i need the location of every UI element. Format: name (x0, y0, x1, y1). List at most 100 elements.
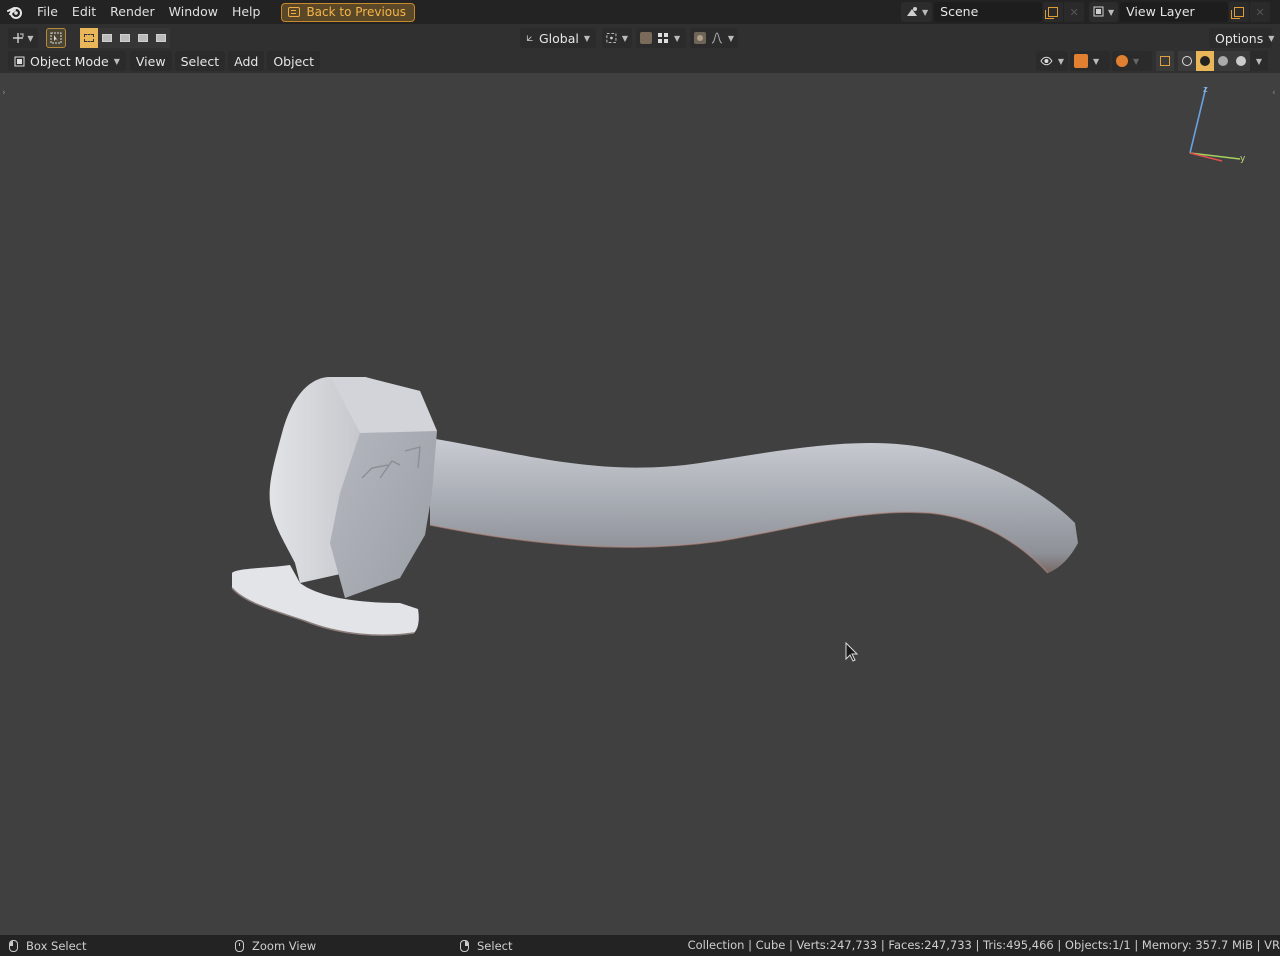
hammer-head[interactable] (231, 377, 437, 636)
copy-icon (1045, 7, 1059, 19)
status-left-label: Box Select (26, 939, 87, 953)
select-mode-invert-button[interactable] (134, 28, 152, 48)
viewport-canvas: z y (231, 85, 1246, 662)
close-icon: ✕ (1069, 5, 1079, 19)
wireframe-sphere-icon (1182, 56, 1192, 66)
shading-options-dropdown[interactable]: ▼ (1250, 51, 1268, 71)
menu-select[interactable]: Select (174, 51, 226, 71)
status-left-hint: Box Select (9, 939, 87, 953)
status-right-hint: Select (460, 939, 512, 953)
rendered-sphere-icon (1236, 56, 1246, 66)
view-layer-browse-dropdown[interactable]: ▼ (1089, 2, 1119, 22)
chevron-down-icon: ▼ (727, 33, 734, 43)
scene-statistics: Collection | Cube | Verts:247,733 | Face… (687, 938, 1280, 952)
material-preview-button[interactable] (1214, 51, 1232, 71)
chevron-down-icon: ▼ (1093, 56, 1100, 66)
rendered-shading-button[interactable] (1232, 51, 1250, 71)
back-to-previous-label: Back to Previous (306, 5, 406, 19)
axis-icon (13, 33, 24, 43)
orientation-icon (526, 35, 533, 42)
object-mode-icon (14, 56, 25, 66)
top-bar: File Edit Render Window Help Back to Pre… (0, 0, 1280, 24)
menu-file[interactable]: File (30, 0, 65, 24)
solid-sphere-icon (1200, 56, 1210, 66)
solid-shading-button[interactable] (1196, 51, 1214, 71)
mode-label: Object Mode (30, 53, 109, 69)
menu-window[interactable]: Window (162, 0, 225, 24)
menu-help[interactable]: Help (225, 0, 268, 24)
hammer-handle[interactable] (429, 438, 1078, 574)
xray-toggle-button[interactable] (1156, 51, 1174, 71)
new-view-layer-button[interactable] (1229, 2, 1250, 22)
scene-name-field[interactable]: Scene (934, 2, 1043, 22)
snap-toggle-icon[interactable] (640, 32, 652, 44)
wireframe-shading-button[interactable] (1178, 51, 1196, 71)
delete-view-layer-button[interactable]: ✕ (1250, 2, 1271, 22)
menu-add[interactable]: Add (228, 51, 265, 71)
pivot-icon (606, 33, 617, 43)
gizmo-icon (1074, 54, 1088, 68)
scene-browse-dropdown[interactable]: ▼ (901, 2, 933, 22)
visibility-dropdown[interactable]: ▼ (1036, 51, 1068, 71)
chevron-down-icon: ▼ (1133, 56, 1140, 66)
navigation-gizmo[interactable]: z y (1189, 85, 1246, 164)
box-extend-icon (102, 34, 112, 42)
back-to-previous-button[interactable]: Back to Previous (281, 2, 415, 22)
select-mode-subtract-button[interactable] (116, 28, 134, 48)
selection-mode-group (80, 28, 170, 48)
chevron-down-icon: ▼ (113, 56, 120, 66)
interaction-mode-dropdown[interactable]: Object Mode ▼ (8, 51, 126, 71)
material-sphere-icon (1218, 56, 1228, 66)
chevron-down-icon: ▼ (1108, 7, 1115, 17)
overlays-dropdown[interactable]: ▼ (1112, 51, 1152, 71)
chevron-down-icon: ▼ (1268, 33, 1275, 43)
menu-view[interactable]: View (129, 51, 172, 71)
sidebar-expand-arrow[interactable]: ‹ (1272, 88, 1276, 98)
snap-grid-icon[interactable] (657, 32, 669, 44)
viewport-header: Object Mode ▼ View Select Add Object ▼ ▼… (0, 50, 1280, 72)
3d-viewport[interactable]: z y (0, 73, 1280, 935)
mouse-right-icon (460, 940, 469, 952)
editor-type-dropdown[interactable]: ▼ (8, 28, 38, 48)
cursor-select-icon (50, 32, 62, 44)
chevron-down-icon: ▼ (27, 33, 34, 43)
select-mode-extend-button[interactable] (98, 28, 116, 48)
menu-object[interactable]: Object (267, 51, 321, 71)
chevron-down-icon: ▼ (1057, 56, 1064, 66)
view-layer-selector: ▼ View Layer ✕ (1089, 2, 1271, 22)
delete-scene-button[interactable]: ✕ (1064, 2, 1085, 22)
view-layer-name-field[interactable]: View Layer (1120, 2, 1229, 22)
tool-settings-bar: ▼ Global ▼ ▼ ▼ ▼ Options ▼ (0, 27, 1280, 49)
snap-group: ▼ (636, 28, 686, 48)
proportional-edit-group: ▼ (690, 28, 738, 48)
transform-orientation-dropdown[interactable]: Global ▼ (520, 28, 596, 48)
box-new-icon (84, 34, 94, 42)
options-dropdown[interactable]: Options ▼ (1209, 28, 1275, 48)
scene-icon (907, 7, 917, 16)
chevron-down-icon: ▼ (922, 7, 929, 17)
toolbar-expand-arrow[interactable]: › (2, 88, 6, 98)
chevron-down-icon: ▼ (674, 33, 681, 43)
proportional-edit-icon[interactable] (694, 32, 706, 44)
shading-mode-group: ▼ (1156, 51, 1268, 71)
box-invert-icon (138, 34, 148, 42)
menu-edit[interactable]: Edit (65, 0, 103, 24)
gizmo-z-label: z (1203, 85, 1208, 95)
orientation-label: Global (538, 30, 579, 46)
mouse-cursor-icon (845, 641, 859, 662)
select-mode-intersect-button[interactable] (152, 28, 170, 48)
close-icon: ✕ (1255, 5, 1265, 19)
scene-selector: ▼ Scene ✕ (901, 2, 1085, 22)
menu-render[interactable]: Render (103, 0, 162, 24)
xray-icon (1160, 56, 1170, 66)
falloff-curve-icon[interactable] (711, 32, 723, 44)
blender-logo-icon[interactable] (0, 0, 30, 24)
select-mode-new-button[interactable] (80, 28, 98, 48)
status-middle-hint: Zoom View (235, 939, 316, 953)
chevron-down-icon: ▼ (621, 33, 628, 43)
gizmo-toggle-dropdown[interactable]: ▼ (1070, 51, 1110, 71)
new-scene-button[interactable] (1043, 2, 1064, 22)
select-tool-button[interactable] (46, 28, 66, 48)
pivot-point-dropdown[interactable]: ▼ (602, 28, 632, 48)
view-layer-icon (1093, 6, 1104, 17)
